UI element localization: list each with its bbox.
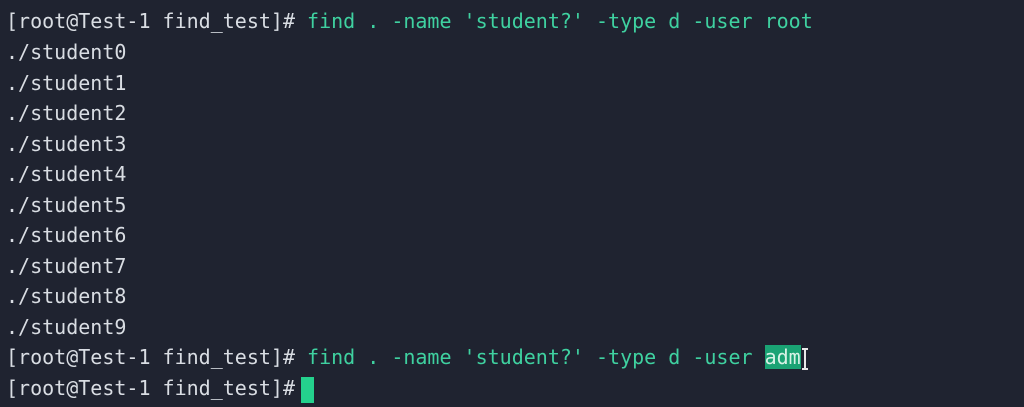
selected-text[interactable]: adm — [764, 345, 801, 369]
output-line: ./student0 — [6, 40, 127, 64]
active-prompt-line[interactable]: [root@Test-1 find_test]# — [6, 373, 314, 403]
shell-prompt: [root@Test-1 find_test]# — [6, 376, 295, 400]
output-line: ./student5 — [6, 192, 127, 217]
text-cursor-ibeam-icon — [801, 347, 808, 370]
command-text: find . -name 'student?' -type d -user — [294, 345, 765, 369]
output-line: ./student8 — [6, 284, 127, 308]
shell-prompt: [root@Test-1 find_test]# — [6, 345, 295, 369]
output-line: ./student9 — [6, 314, 127, 339]
output-line: ./student3 — [6, 131, 127, 156]
output-line: ./student7 — [6, 253, 127, 278]
command-text: find . -name 'student?' -type d -user ro… — [294, 9, 813, 33]
command-line-1: [root@Test-1 find_test]# find . -name 's… — [6, 6, 813, 36]
command-line-2[interactable]: [root@Test-1 find_test]# find . -name 's… — [6, 342, 808, 372]
shell-prompt: [root@Test-1 find_test]# — [6, 9, 295, 33]
block-cursor — [300, 376, 314, 403]
output-line: ./student4 — [6, 162, 127, 186]
output-line: ./student1 — [6, 70, 127, 95]
terminal-window[interactable]: [root@Test-1 find_test]# find . -name 's… — [0, 0, 1024, 407]
output-line: ./student6 — [6, 223, 127, 247]
output-line: ./student2 — [6, 101, 127, 125]
